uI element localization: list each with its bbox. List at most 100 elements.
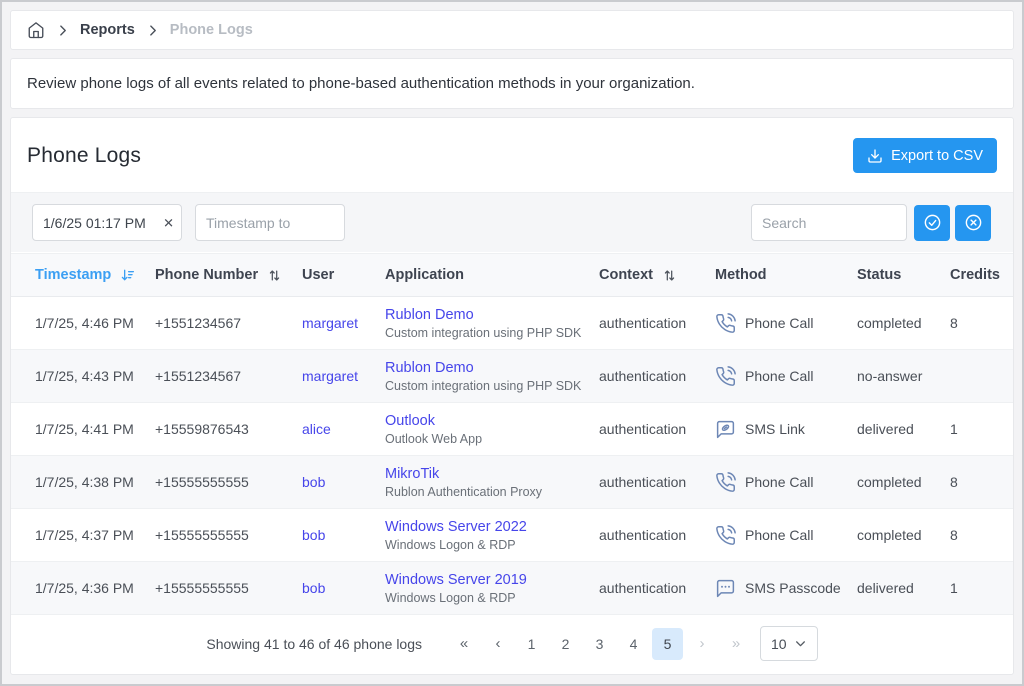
- timestamp-from-input[interactable]: [32, 204, 182, 241]
- cell-context: authentication: [599, 403, 715, 456]
- first-page-button[interactable]: «: [448, 628, 479, 660]
- cell-credits: 1: [950, 562, 1013, 615]
- panel-header: Phone Logs Export to CSV: [11, 118, 1013, 192]
- phone-call-icon: [715, 366, 736, 387]
- sort-both-icon: [662, 268, 677, 283]
- chevron-down-icon: [794, 637, 807, 650]
- cell-credits: [950, 350, 1013, 403]
- page-button-5[interactable]: 5: [652, 628, 683, 660]
- page-button-1[interactable]: 1: [516, 628, 547, 660]
- cell-status: completed: [857, 297, 950, 350]
- phone-logs-table: Timestamp Phone Number: [11, 253, 1013, 615]
- previous-page-button[interactable]: ‹: [482, 628, 513, 660]
- page-list: 12345: [516, 628, 683, 660]
- table-row: 1/7/25, 4:37 PM +15555555555 bob Windows…: [11, 509, 1013, 562]
- table-row: 1/7/25, 4:41 PM +15559876543 alice Outlo…: [11, 403, 1013, 456]
- page-button-4[interactable]: 4: [618, 628, 649, 660]
- cell-phone-number: +15559876543: [155, 403, 302, 456]
- user-link[interactable]: bob: [302, 527, 325, 543]
- method-label: Phone Call: [745, 315, 814, 331]
- sort-descending-icon: [120, 267, 136, 283]
- cell-method: Phone Call: [715, 509, 857, 562]
- sms-passcode-icon: [715, 578, 736, 599]
- header-context[interactable]: Context: [599, 254, 715, 297]
- user-link[interactable]: bob: [302, 474, 325, 490]
- search-input[interactable]: [751, 204, 907, 241]
- cell-user: alice: [302, 403, 385, 456]
- cell-application: MikroTik Rublon Authentication Proxy: [385, 456, 599, 509]
- user-link[interactable]: alice: [302, 421, 331, 437]
- breadcrumb-reports[interactable]: Reports: [80, 22, 135, 38]
- last-page-button[interactable]: »: [720, 628, 751, 660]
- phone-logs-screen: Reports Phone Logs Review phone logs of …: [0, 0, 1024, 686]
- description-text: Review phone logs of all events related …: [11, 59, 1013, 108]
- cell-method: Phone Call: [715, 297, 857, 350]
- user-link[interactable]: margaret: [302, 368, 358, 384]
- application-link[interactable]: MikroTik: [385, 466, 439, 482]
- description-banner: Review phone logs of all events related …: [10, 58, 1014, 109]
- cell-status: completed: [857, 509, 950, 562]
- phone-logs-panel: Phone Logs Export to CSV ✕: [10, 117, 1014, 675]
- page-button-2[interactable]: 2: [550, 628, 581, 660]
- cell-phone-number: +15555555555: [155, 509, 302, 562]
- timestamp-to-input[interactable]: [195, 204, 345, 241]
- header-credits: Credits: [950, 254, 1013, 297]
- home-icon[interactable]: [27, 21, 45, 39]
- sms-link-icon: [715, 419, 736, 440]
- cell-application: Rublon Demo Custom integration using PHP…: [385, 350, 599, 403]
- pagination-summary: Showing 41 to 46 of 46 phone logs: [206, 636, 422, 652]
- cell-timestamp: 1/7/25, 4:37 PM: [11, 509, 155, 562]
- cell-phone-number: +15555555555: [155, 562, 302, 615]
- table-row: 1/7/25, 4:46 PM +1551234567 margaret Rub…: [11, 297, 1013, 350]
- phone-call-icon: [715, 472, 736, 493]
- application-subtitle: Custom integration using PHP SDK: [385, 379, 591, 393]
- cell-status: delivered: [857, 562, 950, 615]
- cell-credits: 1: [950, 403, 1013, 456]
- table-row: 1/7/25, 4:36 PM +15555555555 bob Windows…: [11, 562, 1013, 615]
- application-link[interactable]: Windows Server 2019: [385, 572, 527, 588]
- application-link[interactable]: Outlook: [385, 413, 435, 429]
- page-title: Phone Logs: [27, 144, 141, 168]
- application-link[interactable]: Windows Server 2022: [385, 519, 527, 535]
- apply-filters-button[interactable]: [914, 205, 950, 241]
- table-header-row: Timestamp Phone Number: [11, 254, 1013, 297]
- cell-timestamp: 1/7/25, 4:43 PM: [11, 350, 155, 403]
- cell-user: bob: [302, 509, 385, 562]
- page-button-3[interactable]: 3: [584, 628, 615, 660]
- cell-application: Rublon Demo Custom integration using PHP…: [385, 297, 599, 350]
- cell-context: authentication: [599, 509, 715, 562]
- cell-context: authentication: [599, 350, 715, 403]
- application-link[interactable]: Rublon Demo: [385, 307, 474, 323]
- cell-phone-number: +1551234567: [155, 297, 302, 350]
- application-subtitle: Outlook Web App: [385, 432, 591, 446]
- header-timestamp[interactable]: Timestamp: [11, 254, 155, 297]
- method-label: SMS Link: [745, 421, 805, 437]
- cell-application: Windows Server 2019 Windows Logon & RDP: [385, 562, 599, 615]
- export-csv-button[interactable]: Export to CSV: [853, 138, 997, 173]
- page-size-value: 10: [771, 636, 787, 652]
- clear-filters-button[interactable]: [955, 205, 991, 241]
- header-user: User: [302, 254, 385, 297]
- table-row: 1/7/25, 4:43 PM +1551234567 margaret Rub…: [11, 350, 1013, 403]
- cell-phone-number: +1551234567: [155, 350, 302, 403]
- clear-timestamp-icon[interactable]: ✕: [163, 216, 174, 229]
- application-subtitle: Windows Logon & RDP: [385, 538, 591, 552]
- application-link[interactable]: Rublon Demo: [385, 360, 474, 376]
- table-body: 1/7/25, 4:46 PM +1551234567 margaret Rub…: [11, 297, 1013, 615]
- cell-credits: 8: [950, 509, 1013, 562]
- chevron-right-icon: [56, 24, 69, 37]
- page-size-select[interactable]: 10: [760, 626, 818, 661]
- cell-user: margaret: [302, 297, 385, 350]
- cell-user: bob: [302, 562, 385, 615]
- cell-context: authentication: [599, 456, 715, 509]
- header-application: Application: [385, 254, 599, 297]
- phone-call-icon: [715, 525, 736, 546]
- user-link[interactable]: margaret: [302, 315, 358, 331]
- application-subtitle: Windows Logon & RDP: [385, 591, 591, 605]
- header-phone-label: Phone Number: [155, 267, 258, 283]
- cell-context: authentication: [599, 297, 715, 350]
- user-link[interactable]: bob: [302, 580, 325, 596]
- next-page-button[interactable]: ›: [686, 628, 717, 660]
- header-phone-number[interactable]: Phone Number: [155, 254, 302, 297]
- check-circle-icon: [923, 213, 942, 232]
